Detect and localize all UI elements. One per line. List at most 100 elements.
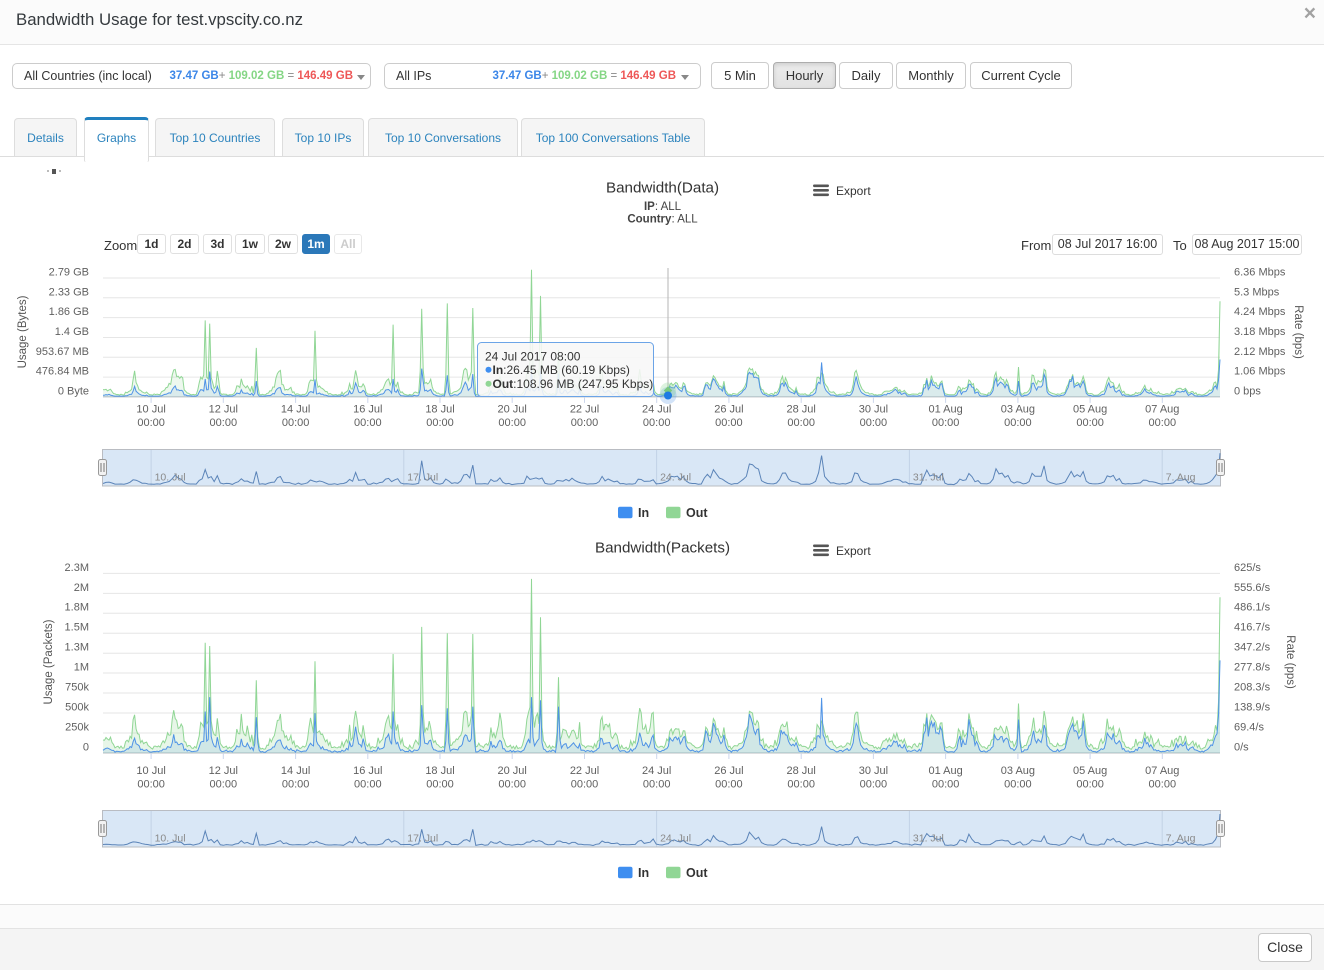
svg-text:01 Aug: 01 Aug [928, 765, 962, 777]
svg-text:18 Jul: 18 Jul [425, 765, 454, 777]
svg-text:555.6/s: 555.6/s [1234, 582, 1271, 594]
svg-text:00:00: 00:00 [787, 779, 815, 791]
svg-text:00:00: 00:00 [282, 779, 310, 791]
svg-text:2.3M: 2.3M [65, 562, 89, 574]
svg-text:12 Jul: 12 Jul [209, 404, 238, 416]
svg-text:03 Aug: 03 Aug [1001, 404, 1035, 416]
svg-text:00:00: 00:00 [210, 779, 238, 791]
svg-text:00:00: 00:00 [932, 779, 960, 791]
svg-text:625/s: 625/s [1234, 562, 1261, 574]
svg-text:1.06 Mbps: 1.06 Mbps [1234, 366, 1286, 378]
svg-text:1.4 GB: 1.4 GB [55, 326, 89, 338]
svg-text:2.33 GB: 2.33 GB [49, 286, 89, 298]
svg-text:00:00: 00:00 [137, 779, 165, 791]
svg-text:500k: 500k [65, 702, 89, 714]
svg-text:1.8M: 1.8M [65, 602, 89, 614]
svg-text:3.18 Mbps: 3.18 Mbps [1234, 326, 1286, 338]
svg-text:250k: 250k [65, 722, 89, 734]
svg-text:05 Aug: 05 Aug [1073, 765, 1107, 777]
svg-text:28 Jul: 28 Jul [787, 404, 816, 416]
svg-text:277.8/s: 277.8/s [1234, 662, 1271, 674]
svg-text:Export: Export [836, 184, 871, 198]
svg-text:5.3 Mbps: 5.3 Mbps [1234, 286, 1280, 298]
svg-text:14 Jul: 14 Jul [281, 765, 310, 777]
svg-text:00:00: 00:00 [1004, 779, 1032, 791]
svg-text:17. Jul: 17. Jul [407, 833, 438, 845]
svg-text:Bandwidth(Packets): Bandwidth(Packets) [595, 540, 730, 557]
svg-text:0: 0 [83, 742, 89, 754]
svg-text:31. Jul: 31. Jul [913, 472, 944, 484]
svg-text:6.36 Mbps: 6.36 Mbps [1234, 267, 1286, 279]
svg-text:In: In [638, 506, 649, 520]
svg-text:Rate (bps): Rate (bps) [1292, 305, 1304, 359]
svg-text:2.12 Mbps: 2.12 Mbps [1234, 346, 1286, 358]
svg-text:Export: Export [836, 544, 871, 558]
svg-text:31. Jul: 31. Jul [913, 833, 944, 845]
svg-text:69.4/s: 69.4/s [1234, 722, 1264, 734]
svg-text:2M: 2M [74, 582, 89, 594]
svg-text:Out: Out [686, 506, 708, 520]
svg-text:1.86 GB: 1.86 GB [49, 306, 89, 318]
svg-text:347.2/s: 347.2/s [1234, 642, 1271, 654]
svg-text:24. Jul: 24. Jul [660, 472, 691, 484]
svg-text:953.67 MB: 953.67 MB [36, 346, 89, 358]
svg-text:00:00: 00:00 [426, 779, 454, 791]
svg-text:Rate (pps): Rate (pps) [1284, 635, 1296, 689]
svg-text:Bandwidth(Data): Bandwidth(Data) [606, 180, 719, 197]
svg-text:476.84 MB: 476.84 MB [36, 366, 89, 378]
svg-text:In: In [638, 866, 649, 880]
svg-text:07 Aug: 07 Aug [1145, 765, 1179, 777]
svg-text:28 Jul: 28 Jul [787, 765, 816, 777]
svg-text:16 Jul: 16 Jul [353, 404, 382, 416]
svg-text:00:00: 00:00 [1149, 779, 1177, 791]
svg-text:16 Jul: 16 Jul [353, 765, 382, 777]
svg-text:00:00: 00:00 [571, 417, 599, 429]
svg-text:Country: ALL: Country: ALL [627, 214, 698, 226]
svg-text:00:00: 00:00 [137, 417, 165, 429]
svg-text:07 Aug: 07 Aug [1145, 404, 1179, 416]
svg-text:7. Aug: 7. Aug [1166, 833, 1196, 845]
svg-text:24 Jul: 24 Jul [642, 404, 671, 416]
svg-text:Out:108.96 MB (247.95 Kbps): Out:108.96 MB (247.95 Kbps) [493, 377, 654, 391]
svg-text:20 Jul: 20 Jul [498, 404, 527, 416]
svg-text:00:00: 00:00 [1076, 779, 1104, 791]
svg-text:01 Aug: 01 Aug [928, 404, 962, 416]
svg-text:00:00: 00:00 [643, 417, 671, 429]
svg-text:26 Jul: 26 Jul [714, 765, 743, 777]
svg-text:In:26.45 MB (60.19 Kbps): In:26.45 MB (60.19 Kbps) [493, 363, 630, 377]
svg-text:30 Jul: 30 Jul [859, 404, 888, 416]
svg-text:20 Jul: 20 Jul [498, 765, 527, 777]
svg-text:00:00: 00:00 [715, 417, 743, 429]
svg-text:26 Jul: 26 Jul [714, 404, 743, 416]
svg-text:208.3/s: 208.3/s [1234, 682, 1271, 694]
svg-text:12 Jul: 12 Jul [209, 765, 238, 777]
svg-text:4.24 Mbps: 4.24 Mbps [1234, 306, 1286, 318]
svg-text:00:00: 00:00 [354, 779, 382, 791]
svg-text:05 Aug: 05 Aug [1073, 404, 1107, 416]
svg-text:10. Jul: 10. Jul [155, 833, 186, 845]
svg-text:00:00: 00:00 [498, 417, 526, 429]
svg-text:0 Byte: 0 Byte [58, 385, 89, 397]
svg-text:00:00: 00:00 [571, 779, 599, 791]
svg-text:00:00: 00:00 [860, 417, 888, 429]
svg-text:00:00: 00:00 [426, 417, 454, 429]
svg-text:Out: Out [686, 866, 708, 880]
svg-text:10 Jul: 10 Jul [136, 404, 165, 416]
svg-text:03 Aug: 03 Aug [1001, 765, 1035, 777]
svg-text:24 Jul 2017 08:00: 24 Jul 2017 08:00 [485, 350, 581, 364]
svg-text:30 Jul: 30 Jul [859, 765, 888, 777]
svg-text:00:00: 00:00 [715, 779, 743, 791]
svg-text:17. Jul: 17. Jul [407, 472, 438, 484]
svg-text:138.9/s: 138.9/s [1234, 702, 1271, 714]
svg-text:00:00: 00:00 [932, 417, 960, 429]
svg-text:486.1/s: 486.1/s [1234, 602, 1271, 614]
svg-text:Usage (Bytes): Usage (Bytes) [17, 295, 29, 368]
svg-text:14 Jul: 14 Jul [281, 404, 310, 416]
svg-text:00:00: 00:00 [282, 417, 310, 429]
svg-text:10. Jul: 10. Jul [155, 472, 186, 484]
svg-text:2.79 GB: 2.79 GB [49, 267, 89, 279]
svg-text:00:00: 00:00 [1149, 417, 1177, 429]
svg-text:1.3M: 1.3M [65, 642, 89, 654]
svg-text:24 Jul: 24 Jul [642, 765, 671, 777]
svg-text:00:00: 00:00 [354, 417, 382, 429]
